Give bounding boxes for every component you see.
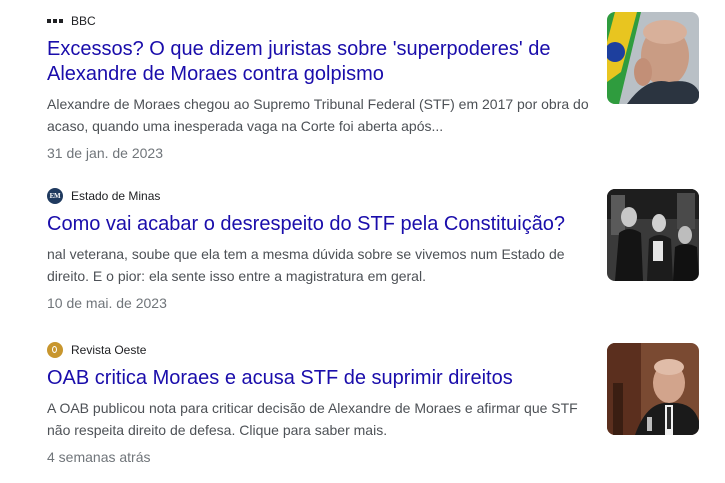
publish-date: 10 de mai. de 2023 bbox=[47, 295, 167, 311]
publish-date: 4 semanas atrás bbox=[47, 449, 151, 465]
bbc-logo-icon bbox=[47, 19, 63, 23]
thumbnail-image[interactable] bbox=[607, 189, 699, 281]
thumbnail-image[interactable] bbox=[607, 12, 699, 104]
thumbnail-image[interactable] bbox=[607, 343, 699, 435]
headline-link[interactable]: Excessos? O que dizem juristas sobre 'su… bbox=[47, 37, 567, 87]
headline-link[interactable]: OAB critica Moraes e acusa STF de suprim… bbox=[47, 366, 567, 391]
source-name: Revista Oeste bbox=[71, 343, 147, 357]
source-name: Estado de Minas bbox=[71, 189, 161, 203]
publish-date: 31 de jan. de 2023 bbox=[47, 145, 163, 161]
revista-oeste-logo-icon bbox=[47, 342, 63, 358]
source-name: BBC bbox=[71, 14, 96, 28]
snippet: nal veterana, soube que ela tem a mesma … bbox=[47, 246, 565, 284]
snippet: Alexandre de Moraes chegou ao Supremo Tr… bbox=[47, 96, 589, 134]
snippet: A OAB publicou nota para criticar decisã… bbox=[47, 400, 578, 438]
headline-link[interactable]: Como vai acabar o desrespeito do STF pel… bbox=[47, 212, 567, 237]
estado-de-minas-logo-icon: EM bbox=[47, 188, 63, 204]
